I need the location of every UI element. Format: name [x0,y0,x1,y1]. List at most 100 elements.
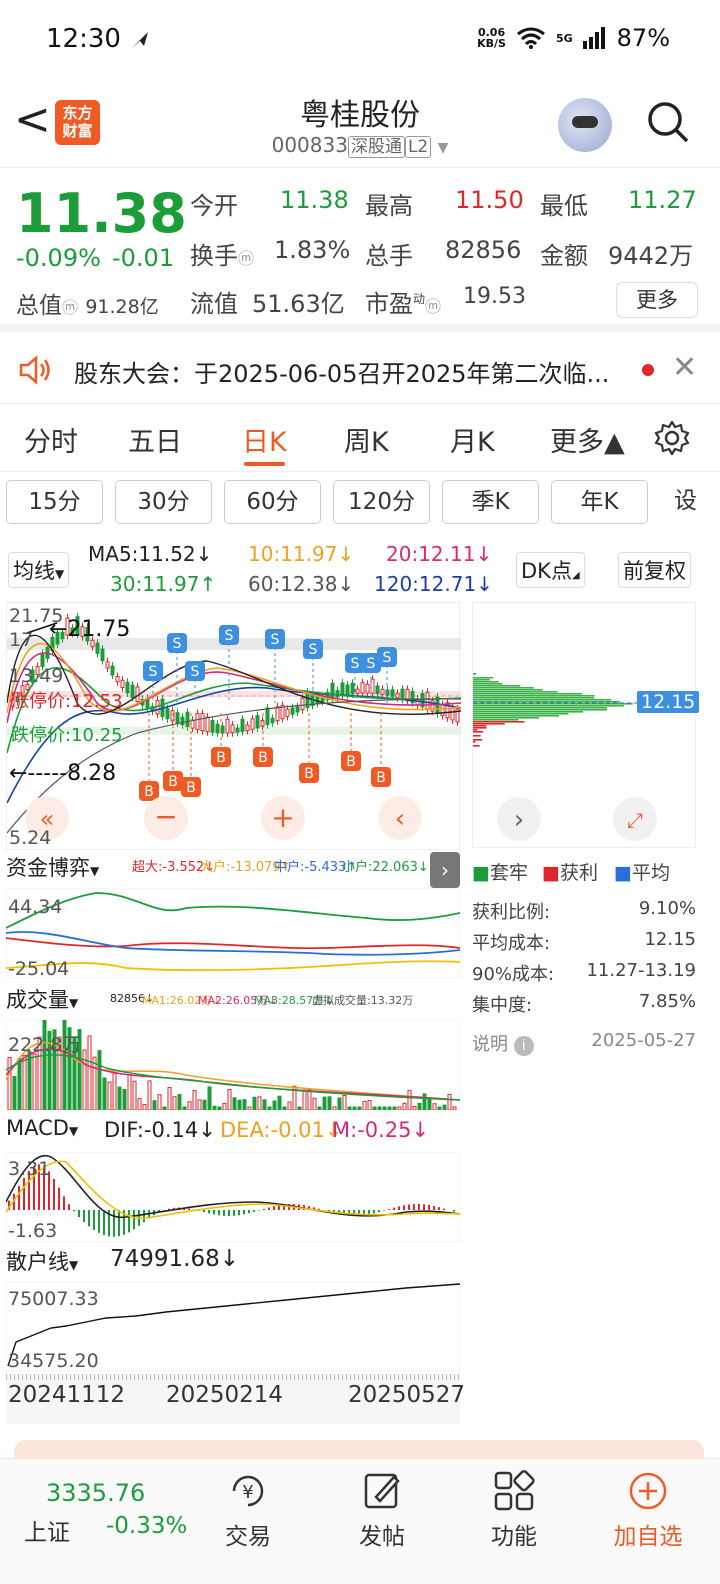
assistant-robot-icon[interactable] [558,98,612,152]
retail-value: 74991.68↓ [110,1246,240,1272]
svg-text:›: › [514,805,524,835]
dk-point-dropdown[interactable]: DK点◢ [516,552,585,588]
gear-icon[interactable] [654,420,690,456]
svg-text:B: B [168,774,178,790]
last-price: 11.38 [16,182,187,245]
settings-button[interactable]: 设 [674,480,720,524]
more-quote-button[interactable]: 更多 [616,282,698,318]
add-circle-icon [629,1472,667,1510]
change-amount: -0.01 [112,244,175,272]
quote-panel: 11.38 -0.09% -0.01 总值ⓜ 91.28亿 今开 11.38 最高… [0,168,720,332]
kline-y-mid: 13.49 [9,665,64,687]
interval-120m-button[interactable]: 120分 [333,480,430,524]
date-start: 20241112 [8,1382,126,1408]
interval-15m-button[interactable]: 15分 [6,480,103,524]
low-marker: ←-----8.28 [9,761,117,786]
chip-note[interactable]: 说明 i 2025-05-27 [472,1030,696,1056]
retail-dropdown[interactable]: 散户线▼ [6,1246,79,1276]
interval-year-button[interactable]: 年K [551,480,648,524]
index-name[interactable]: 上证 [24,1513,70,1547]
date-mid: 20250214 [166,1382,284,1408]
svg-text:S: S [351,656,360,672]
market-cap: 总值ⓜ 91.28亿 [16,293,159,319]
svg-text:S: S [271,632,280,648]
interval-30m-button[interactable]: 30分 [115,480,212,524]
ma10-value: 10:11.97↓ [248,542,355,566]
interval-quarter-button[interactable]: 季K [442,480,539,524]
interval-buttons: 15分 30分 60分 120分 季K 年K 设 [0,480,720,528]
trade-icon: ¥ [232,1475,264,1507]
change-percent: -0.09% [16,244,101,272]
svg-text:S: S [173,636,182,652]
wifi-icon [517,27,545,49]
notice-text: 股东大会：于2025-06-05召开2025年第二次临... [74,360,610,388]
tab-minute[interactable]: 分时 [24,420,78,459]
retail-panel[interactable]: 散户线▼ 74991.68↓ 75007.33 34575.20 [6,1246,460,1374]
limit-down-label: 跌停价:10.25 [11,725,123,746]
ma-dropdown[interactable]: 均线▼ [8,552,70,588]
tab-more[interactable]: 更多▲ [550,420,625,459]
svg-text:S: S [383,650,392,666]
l2-tag: L2 [404,136,432,158]
svg-text:B: B [304,766,314,782]
macd-dropdown[interactable]: MACD▼ [6,1116,79,1140]
svg-text:+: + [271,801,294,834]
tab-monthly-k[interactable]: 月K [450,420,495,459]
svg-text:⤢: ⤢ [627,808,643,832]
nav-functions[interactable]: 功能 [464,1469,564,1551]
ma120-value: 120:12.71↓ [374,572,493,596]
svg-text:−: − [154,800,177,833]
svg-text:S: S [309,642,318,658]
limit-up-label: 涨停价:12.53 [11,691,123,712]
svg-text:S: S [225,628,234,644]
macd-dea: DEA:-0.01↓ [220,1118,343,1142]
volume-dropdown[interactable]: 成交量▼ [6,984,79,1014]
fund-y-bottom: -25.04 [8,958,70,980]
nav-post[interactable]: 发帖 [332,1469,432,1551]
index-value[interactable]: 3335.76 [46,1479,145,1507]
kline-chart[interactable]: SSSSSSSSSBBBBBBBB « − + ‹ 21.75 17 13.49… [6,602,462,850]
index-change[interactable]: -0.33% [106,1513,187,1539]
signal-type: 5G [555,31,573,45]
profit-ratio: 获利比例: 9.10% [472,898,696,923]
open: 今开 11.38 [190,186,349,220]
interval-60m-button[interactable]: 60分 [224,480,321,524]
macd-panel[interactable]: MACD▼ DIF:-0.14↓ DEA:-0.01↓ M:-0.25↓ 3.3… [6,1116,460,1242]
adjust-dropdown[interactable]: 前复权 [618,552,691,588]
sgt-tag: 深股通 [347,136,405,158]
stock-code-line[interactable]: 000833 深股通 L2 ▼ [0,132,720,158]
avg-cost: 平均成本: 12.15 [472,929,696,954]
kline-y-bottom: 5.24 [9,827,52,849]
macd-dif: DIF:-0.14↓ [104,1118,216,1142]
ma5-value: MA5:11.52↓ [88,542,213,566]
search-icon[interactable] [646,100,690,144]
fund-dropdown[interactable]: 资金博弈▼ [6,852,100,882]
chip-distribution[interactable]: › ⤢ 12.15 [472,602,700,848]
nav-trade[interactable]: ¥ 交易 [198,1469,298,1551]
expand-arrow-icon[interactable]: › [430,852,460,888]
svg-text:S: S [149,664,158,680]
tab-weekly-k[interactable]: 周K [344,420,389,459]
chip-legend: ■套牢 ■获利 ■平均 [472,862,670,884]
status-bar: 12:30 0.06 KB/S 5G 87% [0,0,720,80]
grid-icon [494,1470,535,1511]
notice-bar[interactable]: 股东大会：于2025-06-05召开2025年第二次临... ✕ [0,340,720,404]
volume-panel[interactable]: 成交量▼ 82856↓ MA1:26.02万↓ MA2:26.05万↓ MA3:… [6,984,460,1110]
net-unit: KB/S [477,37,506,50]
dropdown-arrow-icon: ▼ [437,140,449,156]
pe-ratio: 市盈动ⓜ 19.53 [365,284,526,318]
fund-small: 小户:22.063↓ [342,860,429,875]
info-icon: i [513,1036,534,1056]
fund-panel[interactable]: 资金博弈▼ 超大:-3.552↓ 大户:-13.079↑ 中户:-5.433↑ … [6,852,460,980]
volume-y-top: 222.8万 [8,1034,82,1056]
nav-add-watchlist[interactable]: 加自选 [598,1469,698,1551]
retail-y-bottom: 34575.20 [8,1350,99,1372]
tab-daily-k[interactable]: 日K [242,420,287,466]
turnover: 换手ⓜ 1.83% [190,236,351,270]
tab-five-day[interactable]: 五日 [128,420,182,459]
close-notice-icon[interactable]: ✕ [672,350,697,385]
svg-text:B: B [346,754,356,770]
macd-m: M:-0.25↓ [332,1118,430,1142]
ma20-value: 20:12.11↓ [386,542,493,566]
bottom-bar: 3335.76 上证 -0.33% ¥ 交易 发帖 功能 加自选 [0,1458,720,1584]
